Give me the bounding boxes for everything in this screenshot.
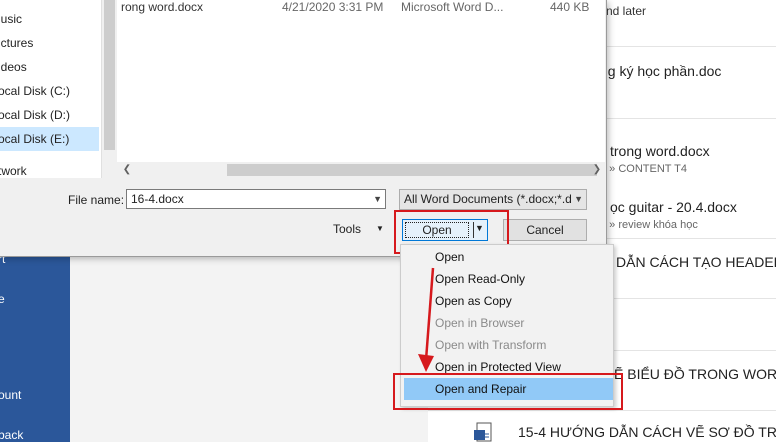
- recent-item-title[interactable]: Ẽ BIỂU ĐỒ TRONG WOR: [614, 366, 776, 382]
- recent-item-title[interactable]: ọc guitar - 20.4.docx: [610, 199, 737, 215]
- chevron-down-icon[interactable]: ▼: [373, 190, 382, 208]
- tools-button[interactable]: Tools: [333, 222, 361, 236]
- menu-item-open-in-browser: Open in Browser: [435, 316, 525, 330]
- file-date: 4/21/2020 3:31 PM: [282, 0, 384, 14]
- scrollbar-thumb[interactable]: [104, 0, 115, 150]
- file-type-filter-select[interactable]: All Word Documents (*.docx;*.d ▼: [399, 189, 587, 210]
- filter-value: All Word Documents (*.docx;*.d: [404, 192, 572, 206]
- annotation-box-repair: [393, 373, 623, 410]
- file-size: 440 KB: [550, 0, 590, 14]
- scroll-right-icon[interactable]: ❯: [589, 162, 605, 178]
- open-file-dialog: lusic ictures ideos ocal Disk (C:) ocal …: [0, 0, 607, 257]
- recent-item-path: a » CONTENT T4: [600, 163, 688, 175]
- backstage-item-feedback[interactable]: back: [0, 428, 23, 442]
- scroll-left-icon[interactable]: ❮: [119, 162, 135, 178]
- menu-item-open-read-only[interactable]: Open Read-Only: [401, 268, 613, 290]
- filename-label: File name:: [68, 193, 125, 207]
- recent-item-title[interactable]: 15-4 HƯỚNG DẪN CÁCH VẼ SƠ ĐỒ TR: [518, 424, 776, 440]
- nav-item-local-disk-e[interactable]: ocal Disk (E:): [0, 127, 99, 151]
- recent-item-title[interactable]: DẪN CÁCH TẠO HEADER: [616, 254, 776, 270]
- divider: [428, 410, 776, 411]
- navigation-pane: lusic ictures ideos ocal Disk (C:) ocal …: [0, 0, 101, 178]
- backstage-item-close[interactable]: e: [0, 292, 5, 306]
- word-file-icon: [474, 422, 494, 442]
- recent-item-title[interactable]: trong word.docx: [610, 143, 710, 159]
- caret-down-icon[interactable]: ▼: [376, 224, 384, 233]
- nav-item-music[interactable]: lusic: [0, 7, 99, 31]
- file-row[interactable]: rong word.docx 4/21/2020 3:31 PM Microso…: [117, 0, 605, 16]
- menu-item-open-with-transform: Open with Transform: [435, 338, 547, 352]
- file-type: Microsoft Word D...: [401, 0, 504, 14]
- menu-item-open[interactable]: Open: [401, 246, 613, 268]
- chevron-down-icon[interactable]: ▼: [572, 190, 583, 209]
- filename-input[interactable]: 16-4.docx ▼: [126, 189, 386, 209]
- nav-item-local-disk-c[interactable]: ocal Disk (C:): [0, 79, 99, 103]
- file-name: rong word.docx: [121, 0, 204, 14]
- menu-item-open-as-copy[interactable]: Open as Copy: [401, 290, 613, 312]
- scrollbar-thumb[interactable]: [227, 164, 597, 176]
- nav-item-pictures[interactable]: ictures: [0, 31, 99, 55]
- recent-item-path: a » review khóa học: [600, 219, 698, 231]
- recent-item-title[interactable]: ng ký học phần.doc: [600, 63, 721, 79]
- horizontal-scrollbar[interactable]: ❮ ❯: [117, 162, 605, 178]
- backstage-item-account[interactable]: ount: [0, 388, 21, 402]
- nav-item-network[interactable]: twork: [0, 159, 99, 183]
- nav-scrollbar[interactable]: [101, 0, 117, 178]
- file-list: rong word.docx 4/21/2020 3:31 PM Microso…: [117, 0, 605, 162]
- cancel-button[interactable]: Cancel: [503, 219, 587, 241]
- nav-item-local-disk-d[interactable]: ocal Disk (D:): [0, 103, 99, 127]
- filename-value: 16-4.docx: [131, 192, 184, 206]
- nav-item-videos[interactable]: ideos: [0, 55, 99, 79]
